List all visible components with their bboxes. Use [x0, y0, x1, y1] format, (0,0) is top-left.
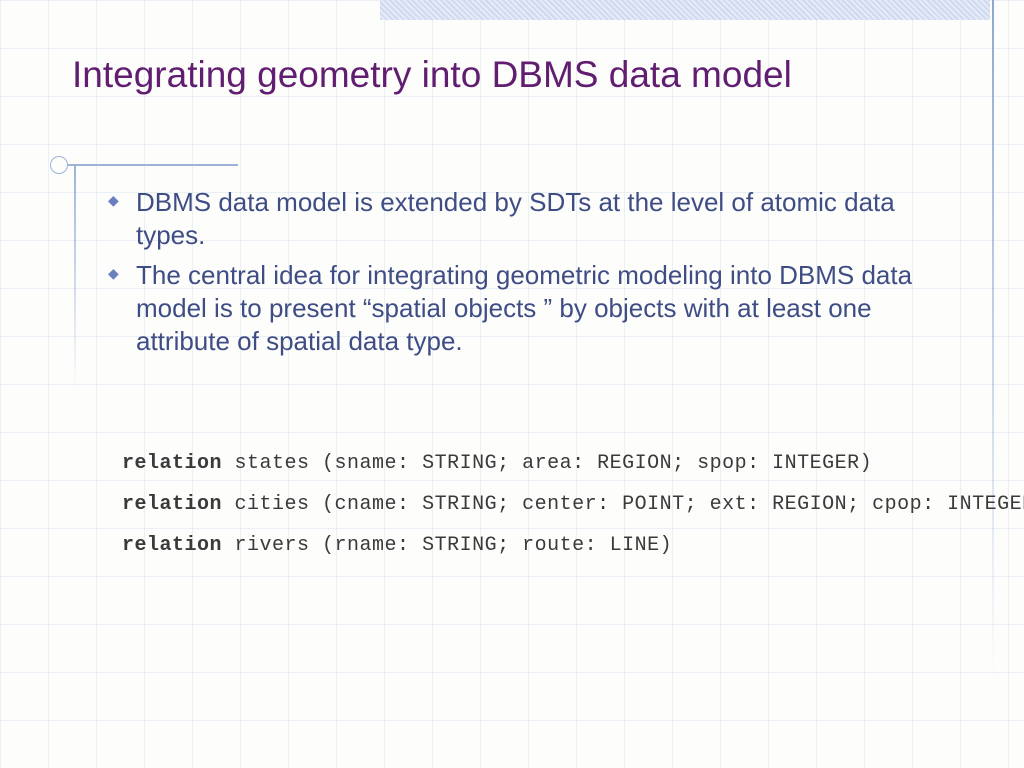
top-banner-decoration [380, 0, 990, 20]
ornament-vertical-rule [74, 165, 76, 390]
title-ornament [50, 156, 238, 174]
relation-row: relation states (sname: STRING; area: RE… [122, 452, 944, 475]
relation-name: rivers [235, 534, 323, 557]
relation-definitions: relation states (sname: STRING; area: RE… [122, 452, 944, 575]
ornament-horizontal-rule [68, 164, 238, 166]
ornament-circle-icon [50, 156, 68, 174]
relation-name: cities [235, 493, 323, 516]
relation-row: relation rivers (rname: STRING; route: L… [122, 534, 944, 557]
relation-row: relation cities (cname: STRING; center: … [122, 493, 944, 516]
relation-keyword: relation [122, 534, 235, 557]
slide-title: Integrating geometry into DBMS data mode… [72, 52, 934, 98]
relation-signature: (rname: STRING; route: LINE) [322, 534, 672, 557]
relation-keyword: relation [122, 452, 235, 475]
relation-signature: (sname: STRING; area: REGION; spop: INTE… [322, 452, 872, 475]
right-edge-rule [992, 0, 994, 680]
bullet-item: The central idea for integrating geometr… [108, 259, 914, 359]
relation-name: states [235, 452, 323, 475]
relation-keyword: relation [122, 493, 235, 516]
relation-signature: (cname: STRING; center: POINT; ext: REGI… [322, 493, 1024, 516]
bullet-list: DBMS data model is extended by SDTs at t… [108, 186, 914, 364]
bullet-item: DBMS data model is extended by SDTs at t… [108, 186, 914, 253]
